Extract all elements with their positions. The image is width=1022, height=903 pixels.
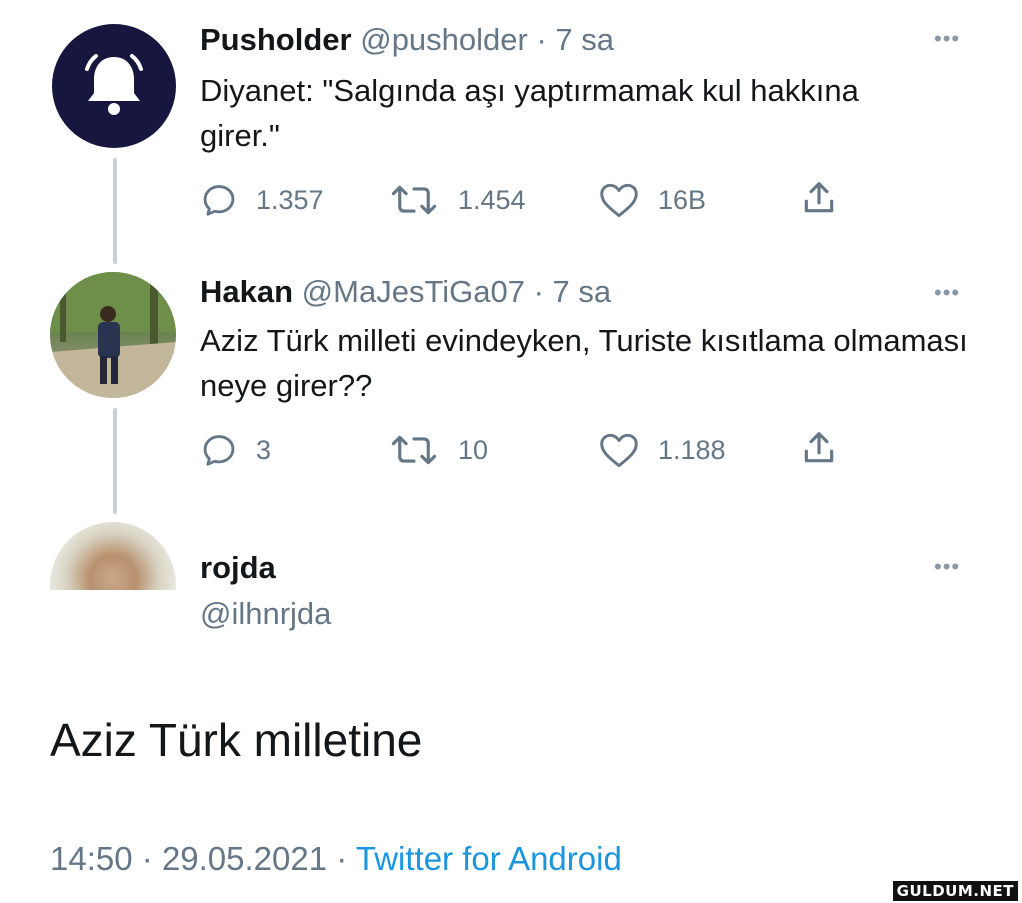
reply-button[interactable]: 1.357 — [200, 180, 324, 220]
avatar-pusholder[interactable] — [52, 24, 176, 148]
like-count: 16B — [658, 184, 707, 215]
reply-count: 3 — [256, 434, 272, 465]
reply-icon — [203, 435, 235, 466]
tweet-text: Diyanet: "Salgında aşı yaptırmamak kul h… — [200, 73, 859, 153]
tweet-source-link[interactable]: Twitter for Android — [356, 840, 622, 877]
retweet-button[interactable]: 10 — [388, 430, 488, 470]
reply-icon — [203, 185, 235, 216]
retweet-button[interactable]: 1.454 — [388, 180, 526, 220]
user-handle[interactable]: @pusholder — [360, 22, 528, 57]
display-name[interactable]: Pusholder — [200, 22, 352, 57]
reply-count: 1.357 — [256, 184, 324, 215]
thread-line — [113, 158, 117, 264]
separator: · — [336, 840, 348, 877]
redaction-overlay — [20, 590, 190, 675]
tweet-timestamp[interactable]: 14:50 — [50, 840, 133, 877]
heart-icon — [600, 183, 638, 218]
more-options-icon[interactable]: ••• — [934, 554, 960, 580]
tweet-meta: 14:50 · 29.05.2021 · Twitter for Android — [50, 838, 622, 880]
watermark-logo: GULDUM.NET — [892, 881, 1018, 901]
share-button[interactable] — [800, 428, 838, 468]
user-handle[interactable]: @ilhnrjda — [200, 596, 331, 632]
thread-line — [113, 408, 117, 514]
like-button[interactable]: 1.188 — [598, 430, 726, 470]
main-tweet-text: Aziz Türk milletine — [50, 714, 423, 766]
tweet-header: Hakan @MaJesTiGa07 · 7 sa — [200, 274, 611, 310]
bell-icon — [85, 54, 143, 115]
more-options-icon[interactable]: ••• — [934, 280, 960, 306]
retweet-icon — [391, 185, 437, 215]
display-name[interactable]: Hakan — [200, 274, 293, 309]
user-handle[interactable]: @MaJesTiGa07 — [302, 274, 525, 309]
heart-icon — [600, 433, 638, 468]
separator: · — [141, 840, 153, 877]
tweet-time[interactable]: · 7 sa — [534, 274, 612, 309]
share-icon — [804, 432, 834, 463]
tweet-header: Pusholder @pusholder · 7 sa — [200, 22, 614, 58]
like-count: 1.188 — [658, 434, 726, 465]
like-button[interactable]: 16B — [598, 180, 706, 220]
tweet-date[interactable]: 29.05.2021 — [162, 840, 327, 877]
reply-button[interactable]: 3 — [200, 430, 271, 470]
tweet-time[interactable]: · 7 sa — [536, 22, 614, 57]
retweet-count: 10 — [458, 434, 489, 465]
share-button[interactable] — [800, 178, 838, 218]
more-options-icon[interactable]: ••• — [934, 26, 960, 52]
retweet-count: 1.454 — [458, 184, 526, 215]
retweet-icon — [391, 435, 437, 465]
display-name[interactable]: rojda — [200, 550, 276, 586]
person-photo — [50, 272, 176, 398]
tweet-text: Aziz Türk milleti evindeyken, Turiste kı… — [200, 323, 968, 403]
share-icon — [804, 182, 834, 213]
avatar-hakan[interactable] — [50, 272, 176, 398]
